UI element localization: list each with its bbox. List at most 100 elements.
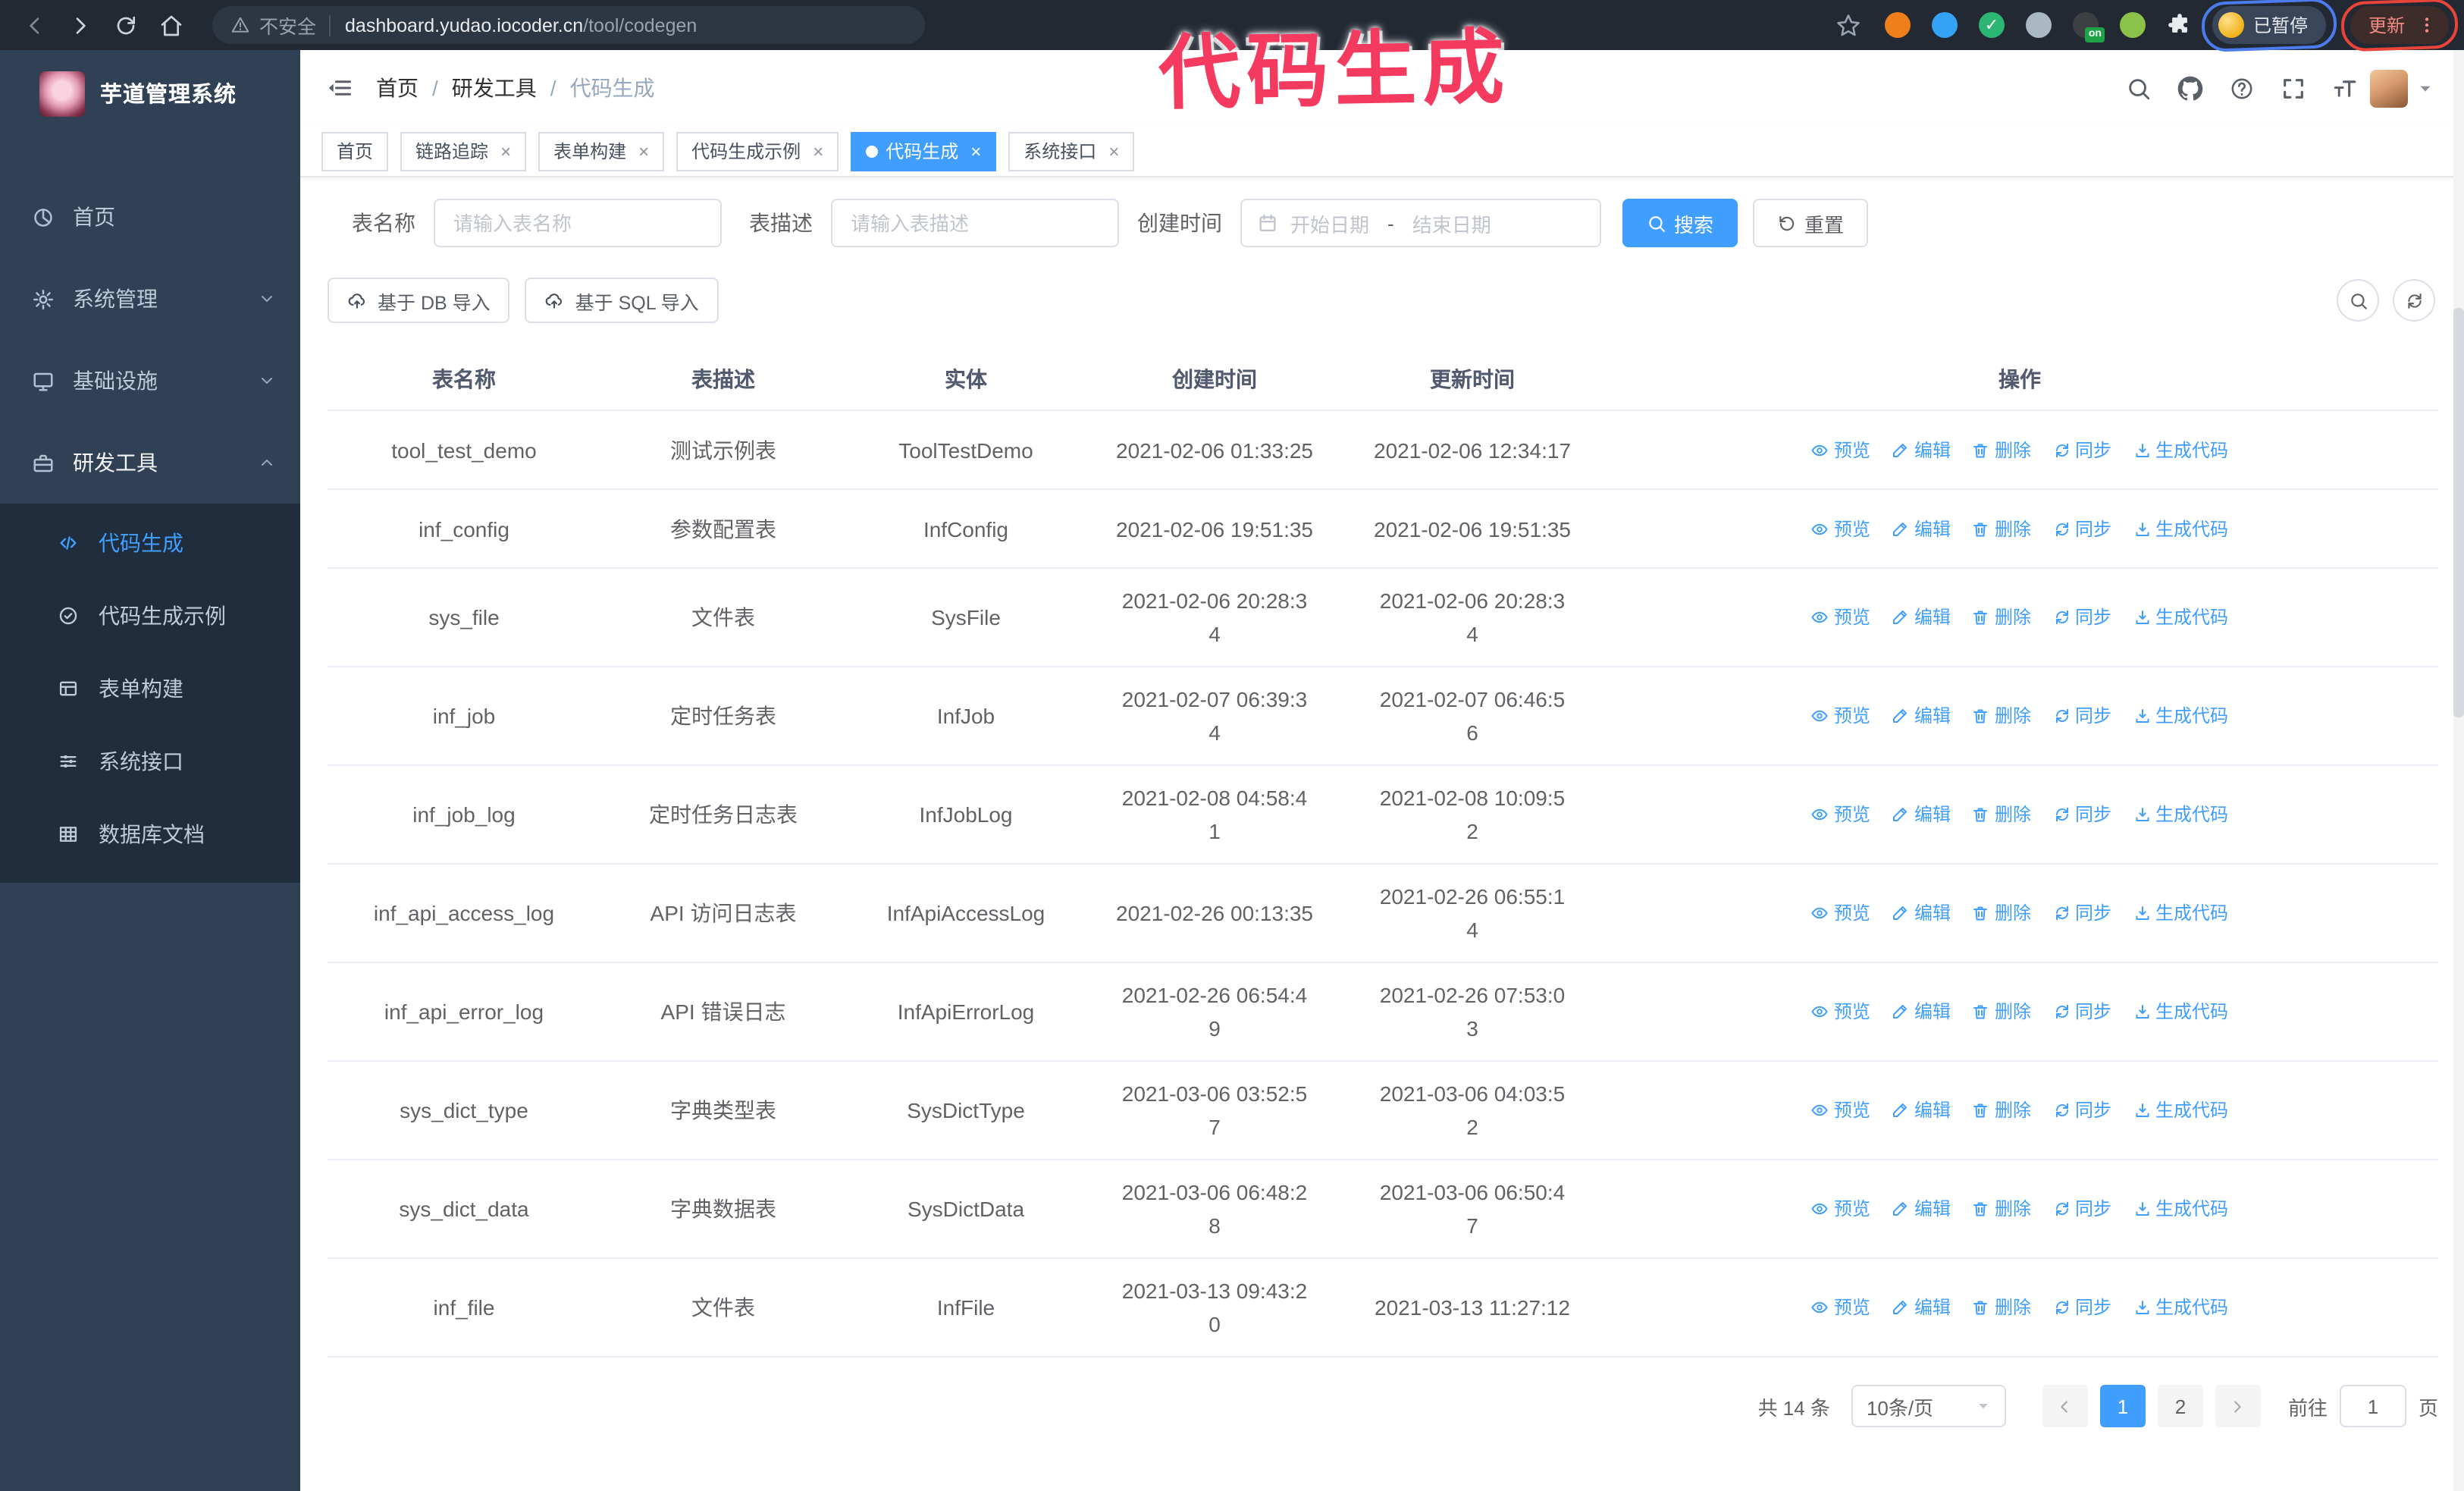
puzzle-extension-icon[interactable] (2165, 11, 2194, 39)
preview-link[interactable]: 预览 (1811, 1192, 1870, 1226)
breadcrumb-home[interactable]: 首页 (376, 73, 419, 103)
table-desc-input[interactable] (831, 199, 1119, 247)
search-button[interactable]: 搜索 (1622, 199, 1738, 247)
delete-link[interactable]: 删除 (1972, 601, 2031, 634)
sidebar-item-home[interactable]: 首页 (0, 176, 300, 258)
generate-code-link[interactable]: 生成代码 (2133, 896, 2228, 930)
browser-back-button[interactable] (15, 5, 55, 45)
address-bar[interactable]: 不安全 dashboard.yudao.iocoder.cn/tool/code… (212, 6, 925, 44)
edit-link[interactable]: 编辑 (1892, 1094, 1951, 1127)
generate-code-link[interactable]: 生成代码 (2133, 1192, 2228, 1226)
sync-link[interactable]: 同步 (2052, 995, 2111, 1028)
tab-close-icon[interactable]: × (970, 142, 981, 160)
preview-link[interactable]: 预览 (1811, 798, 1870, 831)
preview-link[interactable]: 预览 (1811, 512, 1870, 545)
app-logo[interactable]: 芋道管理系统 (0, 50, 300, 137)
browser-update-button[interactable]: 更新 (2340, 0, 2459, 52)
delete-link[interactable]: 删除 (1972, 995, 2031, 1028)
generate-code-link[interactable]: 生成代码 (2133, 601, 2228, 634)
import-db-button[interactable]: 基于 DB 导入 (328, 278, 510, 323)
sync-link[interactable]: 同步 (2052, 1094, 2111, 1127)
import-sql-button[interactable]: 基于 SQL 导入 (525, 278, 719, 323)
tab-close-icon[interactable]: × (500, 142, 511, 160)
sidebar-toggle-button[interactable] (312, 61, 367, 115)
sync-link[interactable]: 同步 (2052, 601, 2111, 634)
delete-link[interactable]: 删除 (1972, 512, 2031, 545)
tab-close-icon[interactable]: × (813, 142, 823, 160)
delete-link[interactable]: 删除 (1972, 433, 2031, 466)
prev-page-button[interactable] (2042, 1385, 2088, 1427)
generate-code-link[interactable]: 生成代码 (2133, 798, 2228, 831)
avatar-caret-icon[interactable] (2417, 80, 2434, 96)
grid-extension-icon[interactable] (2024, 11, 2053, 39)
tab-表单构建[interactable]: 表单构建 × (538, 131, 665, 171)
page-button-2[interactable]: 2 (2157, 1385, 2203, 1427)
sidebar-item-system[interactable]: 系统管理 (0, 258, 300, 340)
edit-link[interactable]: 编辑 (1892, 433, 1951, 466)
generate-code-link[interactable]: 生成代码 (2133, 512, 2228, 545)
sidebar-item-dev-tools[interactable]: 研发工具 (0, 422, 300, 504)
sync-link[interactable]: 同步 (2052, 433, 2111, 466)
tab-链路追踪[interactable]: 链路追踪 × (400, 131, 527, 171)
preview-link[interactable]: 预览 (1811, 896, 1870, 930)
profile-paused-chip[interactable]: 已暂停 (2200, 0, 2338, 53)
sidebar-item-form-builder[interactable]: 表单构建 (0, 652, 300, 725)
table-name-input[interactable] (434, 199, 722, 247)
preview-link[interactable]: 预览 (1811, 1094, 1870, 1127)
fullscreen-icon[interactable] (2281, 75, 2306, 101)
proxy-extension-icon[interactable] (1883, 11, 1912, 39)
generate-code-link[interactable]: 生成代码 (2133, 995, 2228, 1028)
edit-link[interactable]: 编辑 (1892, 699, 1951, 733)
delete-link[interactable]: 删除 (1972, 798, 2031, 831)
generate-code-link[interactable]: 生成代码 (2133, 1094, 2228, 1127)
generate-code-link[interactable]: 生成代码 (2133, 433, 2228, 466)
preview-link[interactable]: 预览 (1811, 995, 1870, 1028)
github-icon[interactable] (2177, 75, 2203, 101)
edit-link[interactable]: 编辑 (1892, 896, 1951, 930)
browser-home-button[interactable] (152, 5, 191, 45)
sync-link[interactable]: 同步 (2052, 896, 2111, 930)
delete-link[interactable]: 删除 (1972, 699, 2031, 733)
reset-button[interactable]: 重置 (1753, 199, 1869, 247)
delete-link[interactable]: 删除 (1972, 1192, 2031, 1226)
tab-代码生成[interactable]: 代码生成 × (851, 131, 997, 171)
animal-extension-icon[interactable] (2118, 11, 2147, 39)
sync-link[interactable]: 同步 (2052, 1291, 2111, 1324)
sync-link[interactable]: 同步 (2052, 512, 2111, 545)
create-time-range-picker[interactable]: 开始日期 - 结束日期 (1240, 199, 1601, 247)
font-size-icon[interactable] (2332, 75, 2358, 101)
preview-link[interactable]: 预览 (1811, 699, 1870, 733)
sync-link[interactable]: 同步 (2052, 1192, 2111, 1226)
preview-link[interactable]: 预览 (1811, 433, 1870, 466)
preview-link[interactable]: 预览 (1811, 601, 1870, 634)
sync-link[interactable]: 同步 (2052, 798, 2111, 831)
header-search-icon[interactable] (2126, 75, 2152, 101)
bookmark-star-icon[interactable] (1835, 11, 1862, 39)
browser-forward-button[interactable] (61, 5, 100, 45)
user-avatar[interactable] (2370, 69, 2408, 107)
scrollbar-thumb[interactable] (2453, 308, 2464, 717)
breadcrumb-dev-tools[interactable]: 研发工具 (452, 73, 537, 103)
gem-extension-icon[interactable] (1930, 11, 1959, 39)
edit-link[interactable]: 编辑 (1892, 512, 1951, 545)
generate-code-link[interactable]: 生成代码 (2133, 699, 2228, 733)
tab-close-icon[interactable]: × (1108, 142, 1119, 160)
sidebar-item-system-api[interactable]: 系统接口 (0, 725, 300, 798)
delete-link[interactable]: 删除 (1972, 896, 2031, 930)
toggle-search-button[interactable] (2337, 279, 2379, 322)
sync-link[interactable]: 同步 (2052, 699, 2111, 733)
tab-首页[interactable]: 首页 (321, 131, 389, 171)
refresh-table-button[interactable] (2393, 279, 2435, 322)
sidebar-item-codegen-example[interactable]: 代码生成示例 (0, 579, 300, 652)
tab-close-icon[interactable]: × (638, 142, 649, 160)
delete-link[interactable]: 删除 (1972, 1094, 2031, 1127)
sidebar-item-infra[interactable]: 基础设施 (0, 340, 300, 422)
preview-link[interactable]: 预览 (1811, 1291, 1870, 1324)
tab-代码生成示例[interactable]: 代码生成示例 × (676, 131, 839, 171)
next-page-button[interactable] (2215, 1385, 2261, 1427)
edit-link[interactable]: 编辑 (1892, 798, 1951, 831)
start-date-placeholder[interactable]: 开始日期 (1290, 209, 1369, 237)
generate-code-link[interactable]: 生成代码 (2133, 1291, 2228, 1324)
sidebar-item-codegen[interactable]: 代码生成 (0, 507, 300, 579)
edit-link[interactable]: 编辑 (1892, 995, 1951, 1028)
